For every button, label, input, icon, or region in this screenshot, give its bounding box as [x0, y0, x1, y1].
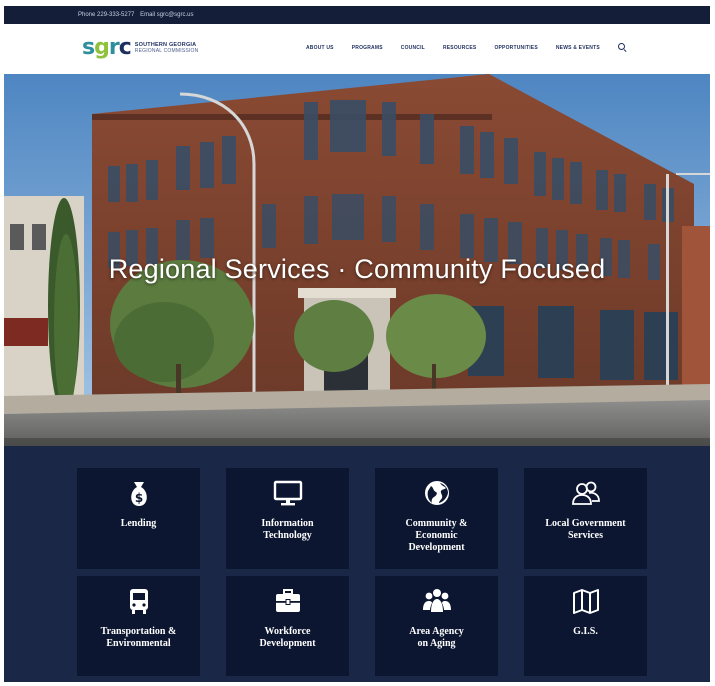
email-text[interactable]: Email sgrc@sgrc.us [140, 12, 193, 18]
people-icon [571, 478, 601, 508]
logo-letter-c: c [118, 35, 132, 60]
hero-banner: Regional Services · Community Focused [4, 74, 710, 446]
main-nav: ABOUT US PROGRAMS COUNCIL RESOURCES OPPO… [306, 43, 627, 52]
services-grid: $ Lending Information Technology Communi… [77, 468, 647, 676]
nav-resources[interactable]: RESOURCES [443, 45, 476, 51]
logo-text: SOUTHERN GEORGIA REGIONAL COMMISSION [135, 42, 199, 54]
service-label: Lending [120, 518, 157, 529]
map-icon [571, 586, 601, 616]
top-contact-bar: Phone 229-333-5277 Email sgrc@sgrc.us [4, 6, 710, 24]
site-header: sgrc SOUTHERN GEORGIA REGIONAL COMMISSIO… [4, 24, 710, 74]
nav-programs[interactable]: PROGRAMS [352, 45, 383, 51]
logo-letter-s: s [82, 35, 95, 60]
logo-letter-g: g [94, 35, 110, 60]
nav-about-us[interactable]: ABOUT US [306, 45, 334, 51]
logo-letter-r: r [108, 35, 120, 60]
svg-text:$: $ [134, 491, 142, 505]
hero-title: Regional Services · Community Focused [108, 254, 606, 284]
service-label: Information Technology [261, 518, 314, 541]
phone-text[interactable]: Phone 229-333-5277 [78, 12, 134, 18]
logo-line-2: REGIONAL COMMISSION [134, 48, 199, 54]
logo-mark: sgrc [82, 35, 132, 60]
service-card-community-economic-development[interactable]: Community & Economic Development [375, 468, 498, 569]
monitor-icon [273, 478, 303, 508]
service-card-area-agency-on-aging[interactable]: Area Agency on Aging [375, 576, 498, 676]
nav-council[interactable]: COUNCIL [401, 45, 425, 51]
search-icon[interactable] [617, 43, 627, 52]
service-card-lending[interactable]: $ Lending [77, 468, 200, 569]
services-section: $ Lending Information Technology Communi… [4, 446, 710, 682]
service-card-gis[interactable]: G.I.S. [524, 576, 647, 676]
group-icon [422, 586, 452, 616]
service-label: Transportation & Environmental [100, 626, 177, 649]
page-frame: Phone 229-333-5277 Email sgrc@sgrc.us sg… [4, 6, 710, 682]
service-label: Community & Economic Development [405, 518, 468, 553]
service-label: Area Agency on Aging [409, 626, 464, 649]
service-label: Local Government Services [545, 518, 626, 541]
service-card-information-technology[interactable]: Information Technology [226, 468, 349, 569]
service-card-transportation-environmental[interactable]: Transportation & Environmental [77, 576, 200, 676]
nav-opportunities[interactable]: OPPORTUNITIES [494, 45, 537, 51]
service-card-local-government-services[interactable]: Local Government Services [524, 468, 647, 569]
service-label: Workforce Development [259, 626, 316, 649]
nav-news-events[interactable]: NEWS & EVENTS [556, 45, 600, 51]
site-logo[interactable]: sgrc SOUTHERN GEORGIA REGIONAL COMMISSIO… [82, 37, 198, 59]
briefcase-icon [273, 586, 303, 616]
bus-icon [124, 586, 154, 616]
money-bag-icon: $ [124, 478, 154, 508]
service-card-workforce-development[interactable]: Workforce Development [226, 576, 349, 676]
globe-icon [422, 478, 452, 508]
service-label: G.I.S. [573, 626, 598, 637]
